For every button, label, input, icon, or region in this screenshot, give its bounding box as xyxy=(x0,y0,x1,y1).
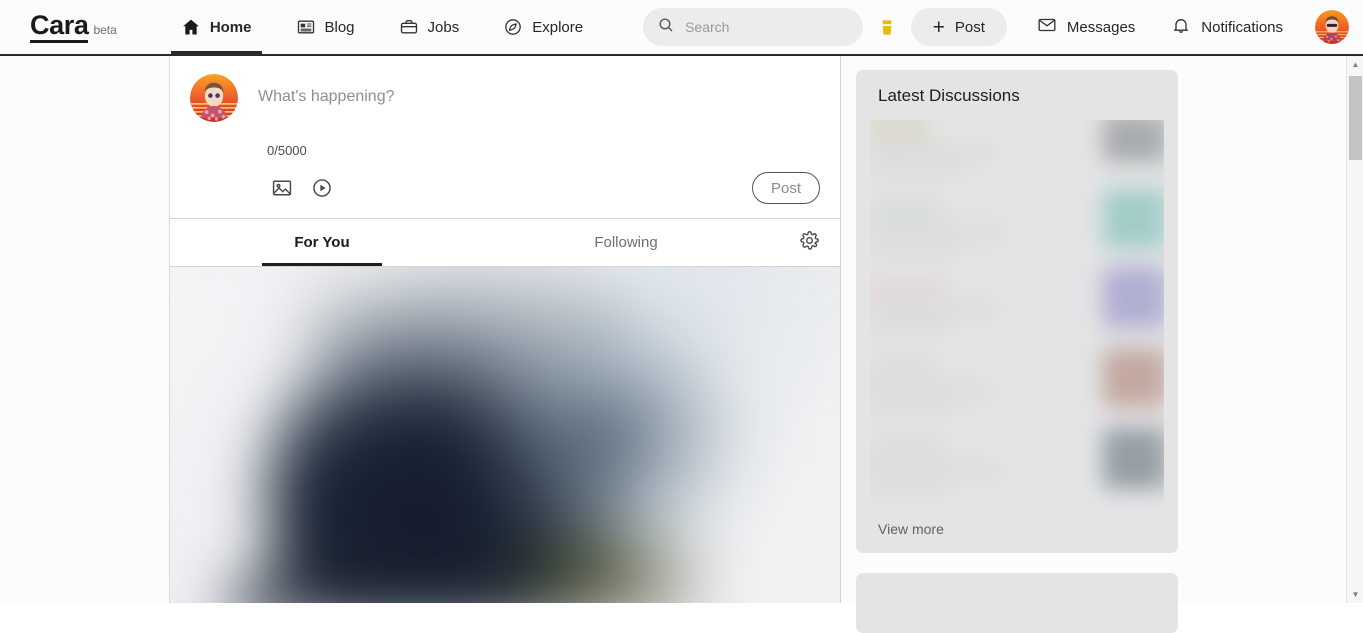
tab-following[interactable]: Following xyxy=(474,219,778,266)
tab-for-you-label: For You xyxy=(294,234,350,251)
envelope-icon xyxy=(1037,15,1057,39)
search-bar[interactable] xyxy=(643,8,864,46)
home-icon xyxy=(181,17,201,37)
main-feed-column: What's happening? 0/5000 Post For You Fo… xyxy=(169,56,841,603)
feed-settings-button[interactable] xyxy=(778,219,840,266)
feed-post-image[interactable] xyxy=(170,267,840,603)
tab-following-label: Following xyxy=(594,234,658,251)
composer-top-row: What's happening? xyxy=(190,74,820,122)
composer-actions: Post xyxy=(267,172,820,204)
composer-avatar[interactable] xyxy=(190,74,238,122)
messages-label: Messages xyxy=(1066,18,1136,36)
briefcase-icon xyxy=(399,17,419,37)
search-icon xyxy=(657,16,675,39)
newspaper-icon xyxy=(296,17,316,37)
brand-name: Cara xyxy=(30,11,89,43)
gear-icon xyxy=(799,230,820,256)
composer-post-label: Post xyxy=(770,179,801,197)
secondary-sidebar-card[interactable] xyxy=(856,573,1178,633)
character-counter: 0/5000 xyxy=(267,143,307,158)
avatar[interactable] xyxy=(1315,10,1349,44)
post-button[interactable]: + Post xyxy=(910,8,1007,46)
scroll-thumb[interactable] xyxy=(1349,76,1362,160)
header-actions: + Post Messages Notifications xyxy=(867,7,1349,47)
right-sidebar: Latest Discussions View more xyxy=(841,56,1346,633)
scroll-down-arrow[interactable]: ▼ xyxy=(1347,586,1363,603)
view-more-link[interactable]: View more xyxy=(856,508,1178,553)
notifications-button[interactable]: Notifications xyxy=(1155,7,1299,47)
nav-label-explore: Explore xyxy=(532,18,584,36)
composer: What's happening? 0/5000 Post xyxy=(170,56,840,219)
plus-icon: + xyxy=(932,15,945,39)
nav-label-jobs: Jobs xyxy=(427,18,460,36)
compass-icon xyxy=(503,17,523,37)
nav-label-blog: Blog xyxy=(324,18,355,36)
composer-input[interactable]: What's happening? xyxy=(258,74,820,122)
page-scrollbar[interactable]: ▲ ▼ xyxy=(1346,56,1363,603)
blurred-discussion-content xyxy=(870,120,1164,508)
brand-logo[interactable]: Cara beta xyxy=(30,11,117,43)
app-header: Cara beta Home Blog Jobs Explore Search … xyxy=(0,0,1363,56)
composer-post-button[interactable]: Post xyxy=(752,172,820,204)
messages-button[interactable]: Messages xyxy=(1021,7,1151,47)
avatar-art xyxy=(1315,10,1349,44)
notifications-label: Notifications xyxy=(1201,18,1283,36)
primary-nav: Home Blog Jobs Explore xyxy=(159,0,605,55)
feed-tabs: For You Following xyxy=(170,219,840,267)
image-icon[interactable] xyxy=(267,173,297,203)
nav-item-jobs[interactable]: Jobs xyxy=(377,0,482,55)
video-icon[interactable] xyxy=(307,173,337,203)
cup-icon[interactable] xyxy=(867,7,907,47)
tab-for-you[interactable]: For You xyxy=(170,219,474,266)
nav-item-home[interactable]: Home xyxy=(159,0,274,55)
post-button-label: Post xyxy=(954,18,985,36)
page-body: What's happening? 0/5000 Post For You Fo… xyxy=(0,56,1363,633)
latest-discussions-title: Latest Discussions xyxy=(878,86,1020,105)
blurred-feed-photo xyxy=(170,267,840,603)
search-input[interactable] xyxy=(685,19,846,35)
latest-discussions-list[interactable] xyxy=(870,120,1164,508)
scroll-up-arrow[interactable]: ▲ xyxy=(1347,56,1363,73)
latest-discussions-card: Latest Discussions View more xyxy=(856,70,1178,553)
nav-item-blog[interactable]: Blog xyxy=(274,0,377,55)
composer-avatar-art xyxy=(190,74,238,122)
bell-icon xyxy=(1171,15,1191,39)
nav-item-explore[interactable]: Explore xyxy=(481,0,605,55)
brand-beta-tag: beta xyxy=(93,22,117,37)
nav-label-home: Home xyxy=(209,18,252,36)
